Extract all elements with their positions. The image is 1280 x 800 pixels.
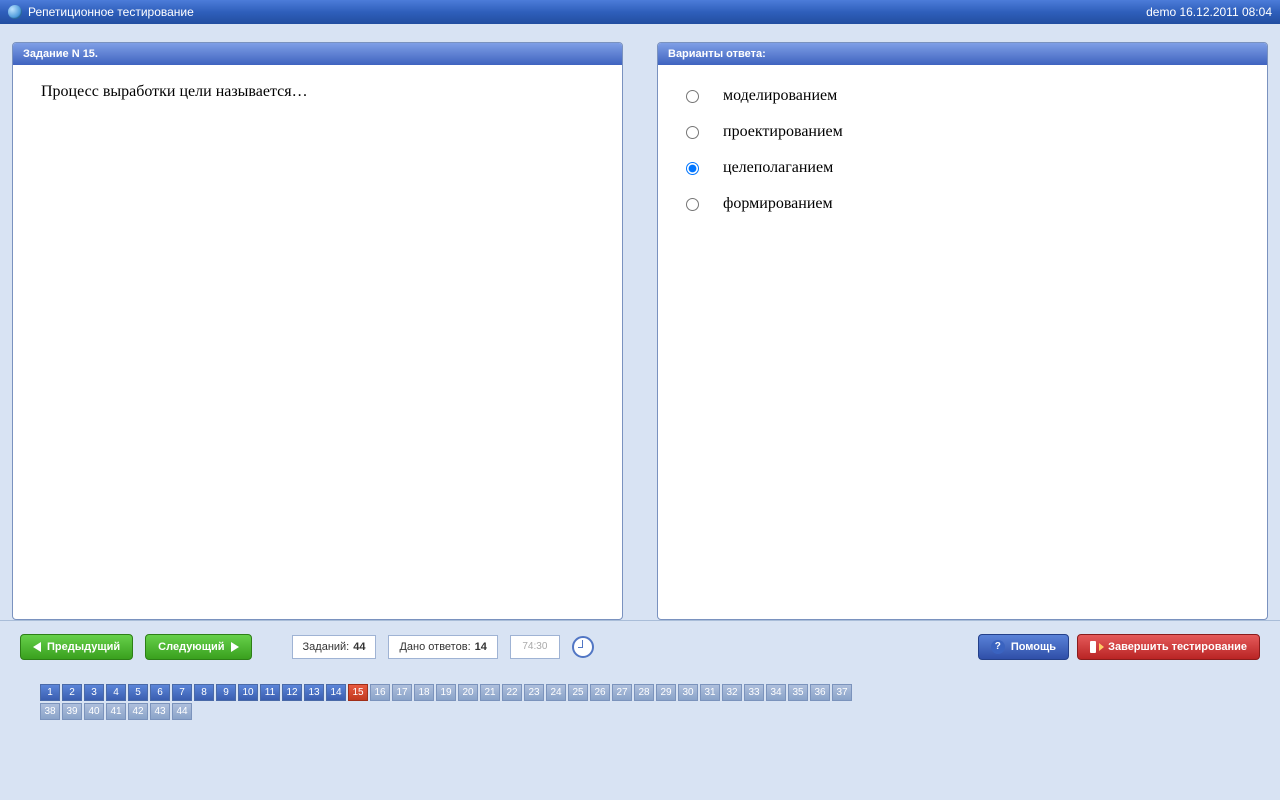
answer-label[interactable]: формированием (723, 195, 833, 213)
help-button-label: Помощь (1011, 641, 1056, 653)
pager-cell[interactable]: 13 (304, 684, 324, 701)
pager-cell[interactable]: 26 (590, 684, 610, 701)
pager-cell[interactable]: 37 (832, 684, 852, 701)
pager-cell[interactable]: 1 (40, 684, 60, 701)
arrow-left-icon (33, 642, 41, 652)
pager-cell[interactable]: 36 (810, 684, 830, 701)
question-panel-header: Задание N 15. (13, 43, 622, 65)
pager-cell[interactable]: 25 (568, 684, 588, 701)
time-remaining: 74:30 (510, 635, 560, 659)
prev-button[interactable]: Предыдущий (20, 634, 133, 660)
pager-cell[interactable]: 24 (546, 684, 566, 701)
finish-button-label: Завершить тестирование (1108, 641, 1247, 653)
finish-button[interactable]: Завершить тестирование (1077, 634, 1260, 660)
answers-panel: Варианты ответа: моделированием проектиро… (657, 42, 1268, 620)
question-text: Процесс выработки цели называется… (13, 65, 622, 619)
pager-cell[interactable]: 11 (260, 684, 280, 701)
answer-label[interactable]: целеполаганием (723, 159, 833, 177)
next-button-label: Следующий (158, 641, 224, 653)
answer-radio[interactable] (686, 198, 699, 211)
pager-cell[interactable]: 31 (700, 684, 720, 701)
pager-cell[interactable]: 16 (370, 684, 390, 701)
pager-cell[interactable]: 15 (348, 684, 368, 701)
help-button[interactable]: ? Помощь (978, 634, 1069, 660)
pager-cell[interactable]: 42 (128, 703, 148, 720)
pager-cell[interactable]: 38 (40, 703, 60, 720)
pager-cell[interactable]: 8 (194, 684, 214, 701)
question-panel: Задание N 15. Процесс выработки цели наз… (12, 42, 623, 620)
answer-option[interactable]: моделированием (686, 87, 1239, 105)
answer-radio[interactable] (686, 162, 699, 175)
answer-option[interactable]: проектированием (686, 123, 1239, 141)
arrow-right-icon (231, 642, 239, 652)
pager-cell[interactable]: 41 (106, 703, 126, 720)
pager-cell[interactable]: 22 (502, 684, 522, 701)
pager-cell[interactable]: 9 (216, 684, 236, 701)
pager-cell[interactable]: 3 (84, 684, 104, 701)
pager-cell[interactable]: 33 (744, 684, 764, 701)
pager-cell[interactable]: 44 (172, 703, 192, 720)
pager-cell[interactable]: 30 (678, 684, 698, 701)
pager-cell[interactable]: 12 (282, 684, 302, 701)
pager-cell[interactable]: 19 (436, 684, 456, 701)
pager-cell[interactable]: 28 (634, 684, 654, 701)
exit-icon (1090, 641, 1102, 653)
pager-cell[interactable]: 29 (656, 684, 676, 701)
pager-cell[interactable]: 7 (172, 684, 192, 701)
answer-label[interactable]: проектированием (723, 123, 843, 141)
pager-cell[interactable]: 21 (480, 684, 500, 701)
pager-cell[interactable]: 27 (612, 684, 632, 701)
pager-cell[interactable]: 17 (392, 684, 412, 701)
pager-cell[interactable]: 18 (414, 684, 434, 701)
answer-radio[interactable] (686, 126, 699, 139)
answer-label[interactable]: моделированием (723, 87, 837, 105)
pager-cell[interactable]: 6 (150, 684, 170, 701)
pager-cell[interactable]: 4 (106, 684, 126, 701)
question-pager: 1234567891011121314151617181920212223242… (0, 672, 900, 732)
pager-cell[interactable]: 20 (458, 684, 478, 701)
prev-button-label: Предыдущий (47, 641, 120, 653)
pager-cell[interactable]: 2 (62, 684, 82, 701)
answered-counter: Дано ответов: 14 (388, 635, 497, 659)
answer-option[interactable]: формированием (686, 195, 1239, 213)
pager-cell[interactable]: 10 (238, 684, 258, 701)
pager-cell[interactable]: 39 (62, 703, 82, 720)
pager-cell[interactable]: 40 (84, 703, 104, 720)
pager-cell[interactable]: 5 (128, 684, 148, 701)
pager-cell[interactable]: 14 (326, 684, 346, 701)
clock-icon (572, 636, 594, 658)
pager-cell[interactable]: 35 (788, 684, 808, 701)
next-button[interactable]: Следующий (145, 634, 251, 660)
toolbar: Предыдущий Следующий Заданий: 44 Дано от… (0, 620, 1280, 672)
session-info: demo 16.12.2011 08:04 (1146, 5, 1272, 19)
globe-icon (8, 5, 22, 19)
pager-cell[interactable]: 23 (524, 684, 544, 701)
pager-cell[interactable]: 32 (722, 684, 742, 701)
app-title: Репетиционное тестирование (28, 5, 194, 19)
title-bar: Репетиционное тестирование demo 16.12.20… (0, 0, 1280, 24)
help-icon: ? (991, 640, 1005, 654)
pager-cell[interactable]: 34 (766, 684, 786, 701)
answer-radio[interactable] (686, 90, 699, 103)
pager-cell[interactable]: 43 (150, 703, 170, 720)
answer-option[interactable]: целеполаганием (686, 159, 1239, 177)
answers-panel-header: Варианты ответа: (658, 43, 1267, 65)
tasks-counter: Заданий: 44 (292, 635, 377, 659)
